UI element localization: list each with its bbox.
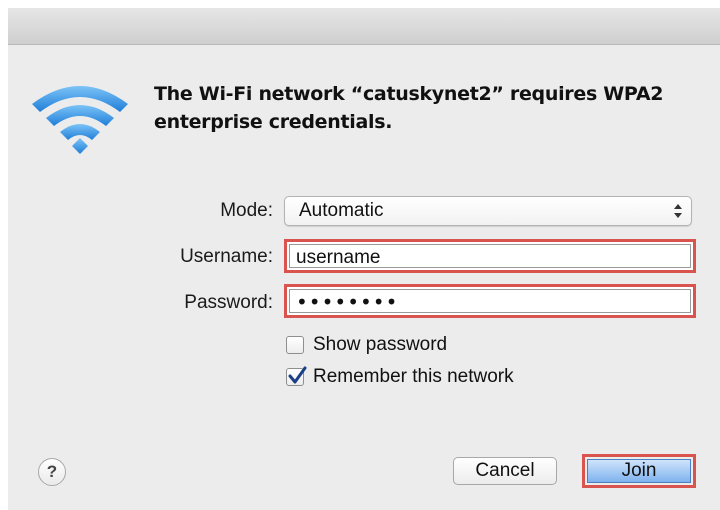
cancel-button[interactable]: Cancel	[453, 457, 557, 485]
remember-network-option[interactable]: Remember this network	[286, 364, 514, 390]
window-titlebar[interactable]	[8, 8, 720, 45]
wifi-credentials-dialog: The Wi-Fi network “catuskynet2” requires…	[8, 8, 720, 510]
join-button[interactable]: Join	[587, 459, 691, 483]
wifi-icon	[28, 78, 132, 160]
remember-network-checkbox[interactable]	[286, 366, 307, 386]
updown-arrows-icon	[673, 201, 683, 221]
password-label: Password:	[184, 292, 273, 313]
mode-value: Automatic	[299, 200, 384, 221]
show-password-option[interactable]: Show password	[286, 332, 447, 358]
password-field[interactable]: ••••••••	[284, 284, 696, 318]
show-password-label: Show password	[313, 334, 448, 355]
remember-network-label: Remember this network	[313, 366, 514, 387]
dialog-message: The Wi-Fi network “catuskynet2” requires…	[154, 83, 664, 133]
checkmark-icon	[288, 366, 307, 384]
join-button-highlight: Join	[582, 454, 696, 488]
username-field[interactable]: username	[284, 239, 696, 273]
mode-popup[interactable]: Automatic	[284, 196, 692, 226]
mode-label: Mode:	[220, 200, 273, 221]
username-label: Username:	[180, 246, 273, 267]
help-button[interactable]: ?	[38, 458, 66, 486]
show-password-checkbox[interactable]	[286, 336, 304, 354]
password-value: ••••••••	[296, 290, 399, 314]
username-value: username	[296, 247, 381, 268]
